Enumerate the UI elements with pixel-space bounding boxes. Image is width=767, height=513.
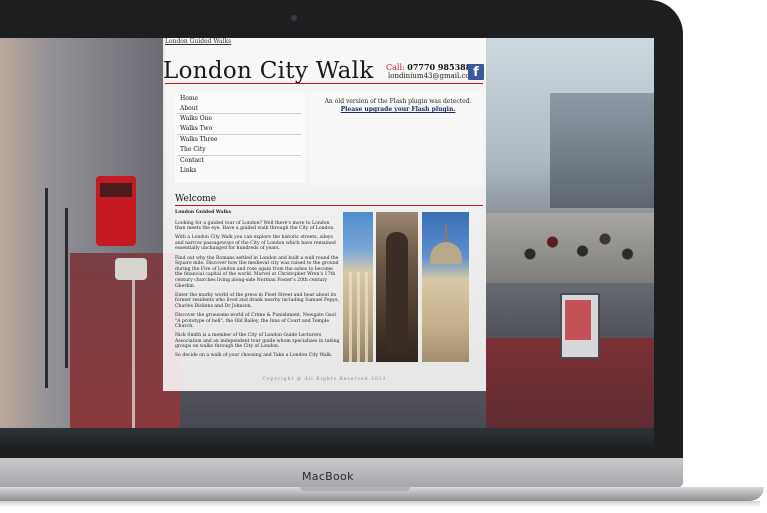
body-paragraph: Discover the gruesome world of Crime & P…: [175, 312, 336, 330]
statue-shape: [386, 232, 408, 352]
nav-divider: [177, 113, 301, 114]
nav-home[interactable]: Home: [180, 95, 198, 102]
body-paragraph: So decide on a walk of your choosing and…: [175, 353, 333, 359]
taxi-car: [115, 258, 147, 280]
body-paragraph: With a London City Walk you can explore …: [175, 235, 336, 252]
body-heading: London Guided Walks: [175, 210, 232, 215]
body-paragraph: Looking for a guided tour of London? Wel…: [175, 220, 335, 232]
brand-label: MacBook: [302, 470, 354, 483]
welcome-text: London Guided Walks Looking for a guided…: [175, 210, 340, 363]
office-building: [550, 93, 654, 208]
advert-poster: [565, 300, 591, 340]
street-pole: [65, 208, 68, 368]
foreground-blur: [0, 428, 654, 446]
column-shape: [349, 272, 352, 362]
photo-columns: [343, 212, 373, 362]
body-paragraph: Find out why the Romans settled in Londo…: [175, 255, 339, 289]
nav-the-city[interactable]: The City: [180, 146, 206, 153]
copyright: Copyright @ All Rights Reserved 2013: [262, 377, 387, 382]
site-title: London City Walk: [163, 58, 374, 84]
email-address[interactable]: londinium43@gmail.com: [388, 72, 476, 80]
pedestrians: [500, 218, 650, 278]
dome-spire: [445, 224, 447, 244]
base-notch: [300, 487, 410, 491]
phone-line: Call: 07770 985388: [386, 62, 471, 72]
camera-icon: [291, 15, 297, 21]
flash-message: An old version of the Flash plugin was d…: [324, 98, 472, 105]
phone-number: 07770 985388: [407, 62, 472, 72]
call-label: Call:: [386, 63, 405, 72]
body-paragraph: Nick Smith is a member of the City of Lo…: [175, 333, 340, 350]
nav-links[interactable]: Links: [180, 167, 196, 174]
nav-about[interactable]: About: [180, 105, 198, 112]
welcome-heading: Welcome: [175, 194, 217, 204]
nav-walks-one[interactable]: Walks One: [180, 115, 212, 122]
photo-strip: [343, 212, 469, 362]
nav-walks-two[interactable]: Walks Two: [180, 125, 212, 132]
welcome-rule: [175, 205, 483, 206]
site-nav: Home About Walks One Walks Two Walks Thr…: [175, 93, 305, 183]
body-paragraph: Enter the murky world of the press in Fl…: [175, 292, 339, 309]
column-shape: [357, 272, 360, 362]
street-pole: [45, 188, 48, 388]
nav-contact[interactable]: Contact: [180, 157, 204, 164]
column-shape: [365, 272, 368, 362]
nav-walks-three[interactable]: Walks Three: [180, 136, 218, 143]
base-shadow: [0, 501, 760, 507]
top-link[interactable]: London Guided Walks: [165, 38, 231, 45]
flash-notice: An old version of the Flash plugin was d…: [313, 98, 483, 114]
bus-window: [100, 183, 132, 197]
road-marking: [132, 258, 135, 446]
nav-divider: [177, 155, 301, 156]
flash-upgrade-link[interactable]: Please upgrade your Flash plugin.: [341, 106, 456, 113]
laptop-screen: London Guided Walks London City Walk Cal…: [0, 38, 654, 446]
header-rule: [165, 83, 483, 84]
facebook-icon[interactable]: f: [468, 64, 484, 80]
nav-divider: [177, 134, 301, 135]
